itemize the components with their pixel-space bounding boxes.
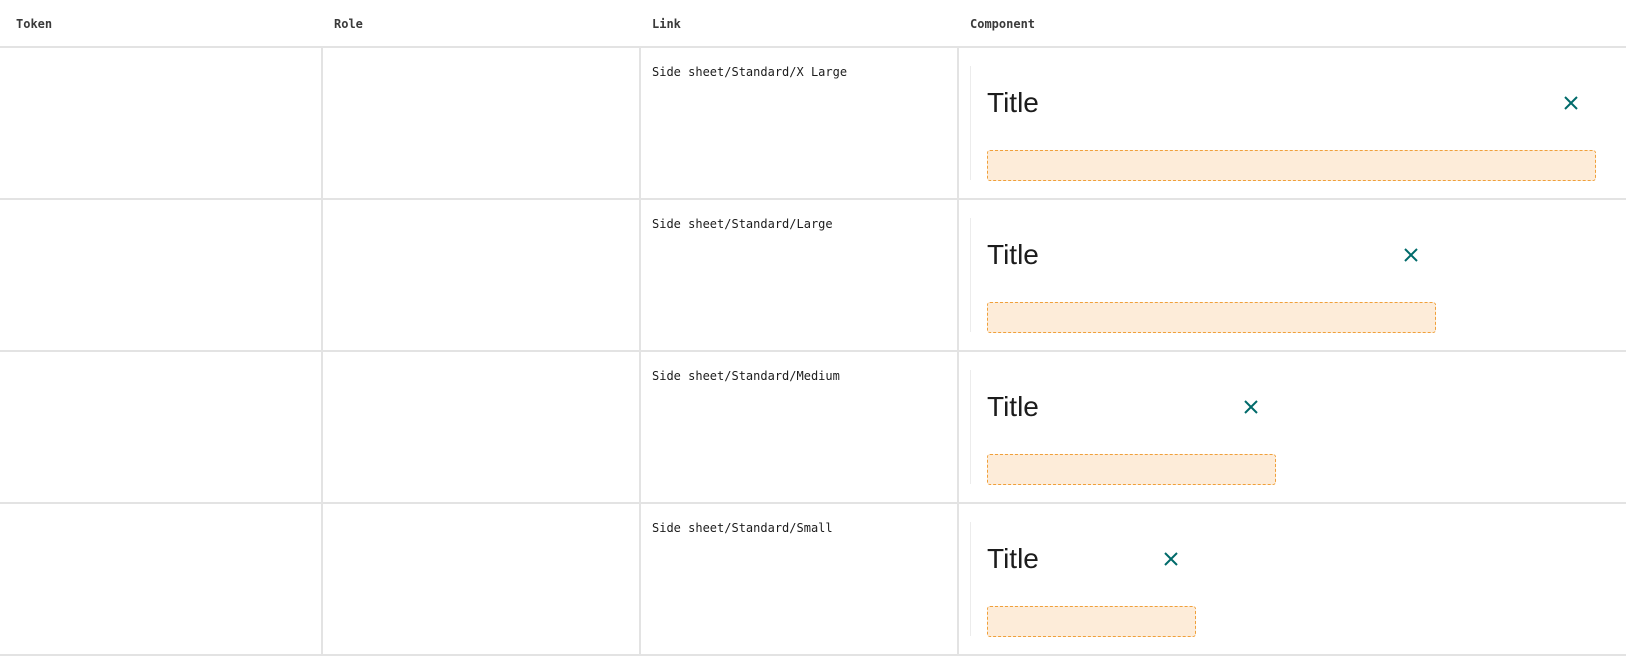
side-sheet-medium: Title xyxy=(970,370,1277,485)
content-slot xyxy=(987,454,1276,485)
component-link[interactable]: Side sheet/Standard/Small xyxy=(652,521,833,535)
table-row: Side sheet/Standard/X Large Title xyxy=(0,48,1626,200)
column-divider xyxy=(957,504,959,654)
column-divider xyxy=(957,200,959,350)
component-link[interactable]: Side sheet/Standard/X Large xyxy=(652,65,847,79)
side-sheet-title: Title xyxy=(987,87,1039,118)
side-sheet-title: Title xyxy=(987,391,1039,422)
column-divider xyxy=(957,48,959,198)
column-header-link: Link xyxy=(652,17,681,31)
content-slot xyxy=(987,150,1596,181)
token-table: Token Role Link Component Side sheet/Sta… xyxy=(0,0,1626,656)
column-header-component: Component xyxy=(970,17,1036,31)
column-divider xyxy=(321,200,323,350)
side-sheet-title: Title xyxy=(987,239,1039,270)
side-sheet-small: Title xyxy=(970,522,1197,637)
column-divider xyxy=(957,352,959,502)
table-row: Side sheet/Standard/Small Title xyxy=(0,504,1626,656)
column-header-role: Role xyxy=(334,17,363,31)
close-icon[interactable] xyxy=(1403,247,1419,263)
column-divider xyxy=(321,504,323,654)
close-icon[interactable] xyxy=(1163,551,1179,567)
content-slot xyxy=(987,302,1436,333)
column-header-token: Token xyxy=(16,17,53,31)
table-header-row: Token Role Link Component xyxy=(0,0,1626,48)
table-row: Side sheet/Standard/Medium Title xyxy=(0,352,1626,504)
column-divider xyxy=(321,352,323,502)
component-link[interactable]: Side sheet/Standard/Medium xyxy=(652,369,840,383)
table-row: Side sheet/Standard/Large Title xyxy=(0,200,1626,352)
side-sheet-large: Title xyxy=(970,218,1437,333)
component-link[interactable]: Side sheet/Standard/Large xyxy=(652,217,833,231)
close-icon[interactable] xyxy=(1243,399,1259,415)
close-icon[interactable] xyxy=(1563,95,1579,111)
column-divider xyxy=(639,48,641,198)
column-divider xyxy=(639,200,641,350)
side-sheet-x-large: Title xyxy=(970,66,1597,181)
column-divider xyxy=(639,504,641,654)
side-sheet-title: Title xyxy=(987,543,1039,574)
column-divider xyxy=(321,48,323,198)
column-divider xyxy=(639,352,641,502)
content-slot xyxy=(987,606,1196,637)
